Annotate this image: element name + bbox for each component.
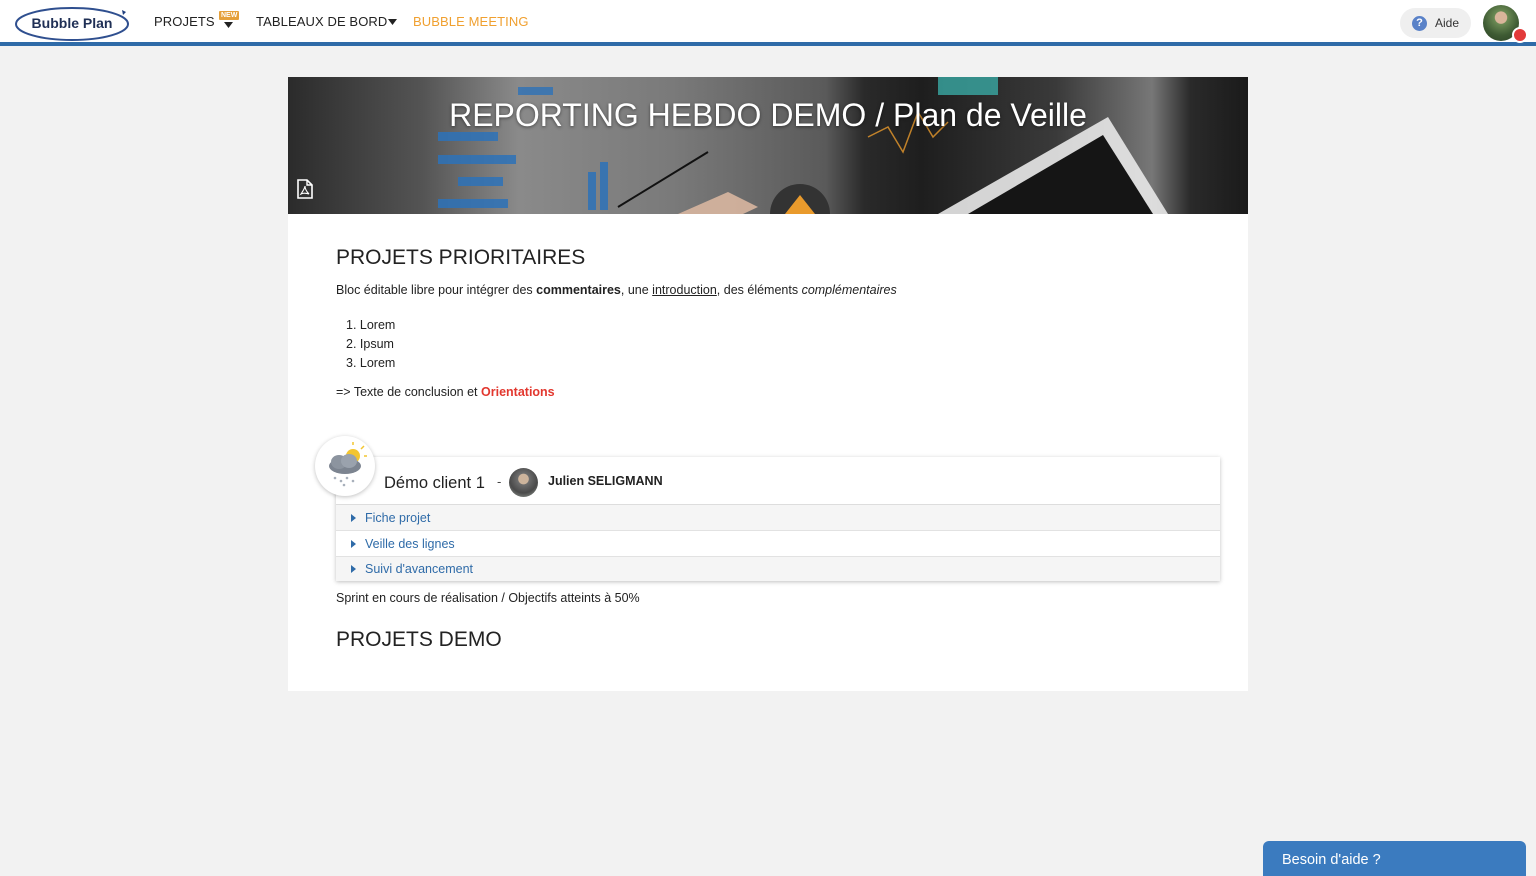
chevron-down-icon[interactable] [224,22,233,28]
accordion-label: Fiche projet [365,510,431,525]
caret-right-icon [351,513,356,522]
project-panel-header: Démo client 1 - Julien SELIGMANN [336,457,1220,505]
list-item: 3. Lorem [346,356,396,370]
pdf-export-icon[interactable] [297,179,313,199]
project-panel: Démo client 1 - Julien SELIGMANN Fiche p… [336,457,1220,581]
accordion-veille-des-lignes[interactable]: Veille des lignes [336,531,1220,557]
nav-tableaux-de-bord[interactable]: TABLEAUX DE BORD [256,14,387,29]
section-title-projets-prioritaires: PROJETS PRIORITAIRES [336,246,586,269]
section-title-projets-demo: PROJETS DEMO [336,628,502,651]
project-status-text: Sprint en cours de réalisation / Objecti… [336,591,640,605]
report-card: REPORTING HEBDO DEMO / Plan de Veille PR… [288,77,1248,691]
weather-status-badge [315,436,375,496]
project-owner-name: Julien SELIGMANN [548,474,663,488]
report-title: REPORTING HEBDO DEMO / Plan de Veille [449,97,1087,133]
intro-italic-text: complémentaires [801,283,897,297]
accordion-suivi-avancement[interactable]: Suivi d'avancement [336,557,1220,581]
nav-bubble-meeting[interactable]: BUBBLE MEETING [413,14,529,29]
intro-underline-text: introduction [652,283,717,297]
notification-bell-icon[interactable] [1512,27,1528,43]
help-chat-widget[interactable]: Besoin d'aide ? [1263,841,1526,876]
question-icon: ? [1412,15,1427,31]
accordion-label: Suivi d'avancement [365,562,474,576]
caret-right-icon [351,565,356,573]
cloud-sun-snow-icon [329,442,367,487]
accordion-label: Veille des lignes [365,536,455,551]
report-banner: REPORTING HEBDO DEMO / Plan de Veille [288,77,1248,214]
conclusion-paragraph: => Texte de conclusion et Orientations [336,385,555,399]
project-name[interactable]: Démo client 1 [384,474,485,493]
list-item: 1. Lorem [346,318,396,332]
help-button[interactable]: ? Aide [1400,8,1471,38]
logo-text: Bubble Plan [32,15,113,31]
owner-avatar [509,468,538,497]
intro-text: , une [620,283,653,297]
separator-dash: - [497,474,502,489]
conclusion-highlight: Orientations [481,385,555,399]
help-label: Aide [1435,16,1460,30]
list-item: 2. Ipsum [346,337,394,351]
conclusion-text: => Texte de conclusion et [336,385,482,399]
top-navbar: Bubble Plan PROJETS NEW TABLEAUX DE BORD… [0,0,1536,46]
intro-text: , des éléments [716,283,802,297]
intro-bold-text: commentaires [536,283,621,297]
new-badge: NEW [219,11,240,20]
bubble-plan-logo[interactable]: Bubble Plan [14,4,132,42]
intro-paragraph: Bloc éditable libre pour intégrer des co… [336,283,897,297]
chevron-down-icon[interactable] [388,19,397,25]
intro-text: Bloc éditable libre pour intégrer des [336,283,537,297]
caret-right-icon [351,539,356,548]
nav-projets[interactable]: PROJETS [154,14,215,29]
accordion-fiche-projet[interactable]: Fiche projet [336,505,1220,531]
